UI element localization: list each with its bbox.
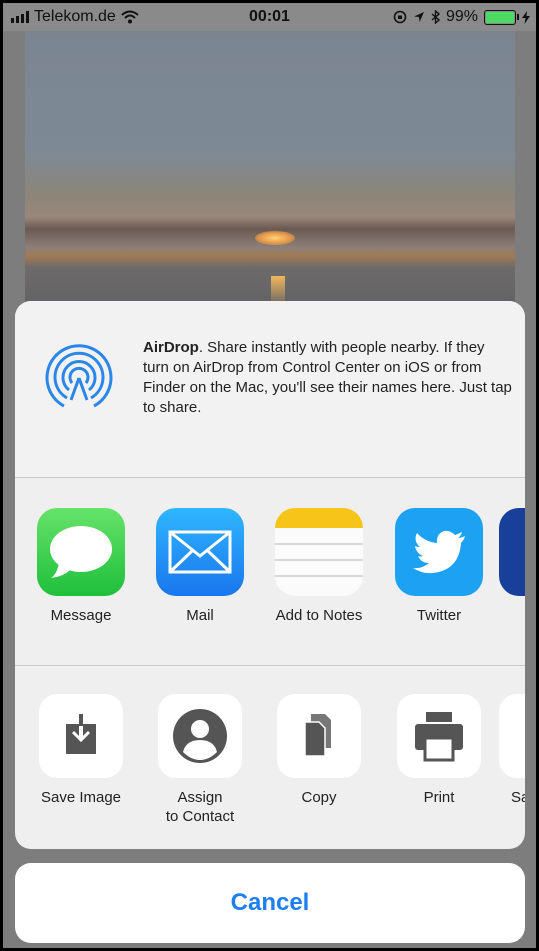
action-save-image[interactable]: Save Image: [21, 694, 141, 807]
action-label: Print: [423, 789, 455, 806]
copy-icon: [277, 694, 361, 778]
print-icon: [397, 694, 481, 778]
sun: [255, 231, 295, 245]
airdrop-section[interactable]: AirDrop. Share instantly with people nea…: [15, 301, 525, 477]
charging-icon: [522, 10, 530, 24]
action-label: Assign to Contact: [165, 789, 235, 825]
battery-icon: [484, 9, 519, 25]
action-label: Copy: [301, 789, 337, 806]
airdrop-icon: [45, 344, 113, 408]
app-add-to-notes[interactable]: Add to Notes: [259, 508, 379, 625]
action-label: Sa: [511, 789, 525, 806]
app-message[interactable]: Message: [21, 508, 141, 625]
sunset-photo: [25, 31, 515, 331]
actions-row: Save Image Assign to Contact Copy Print …: [15, 666, 525, 849]
app-label: Mail: [186, 607, 214, 624]
battery-percent: 99%: [445, 8, 478, 25]
notes-icon: [275, 508, 363, 596]
bluetooth-icon: [431, 10, 440, 24]
cancel-button[interactable]: Cancel: [15, 863, 525, 943]
share-sheet: AirDrop. Share instantly with people nea…: [15, 301, 525, 849]
app-partial[interactable]: [499, 508, 525, 596]
battery-fill: [486, 11, 514, 23]
twitter-icon: [395, 508, 483, 596]
app-twitter[interactable]: Twitter: [379, 508, 499, 625]
airdrop-description: AirDrop. Share instantly with people nea…: [143, 338, 513, 418]
action-print[interactable]: Print: [379, 694, 499, 807]
action-partial[interactable]: Sa: [499, 694, 525, 807]
messages-icon: [37, 508, 125, 596]
save-image-icon: [39, 694, 123, 778]
airdrop-body: . Share instantly with people nearby. If…: [143, 339, 512, 416]
apps-row: Message Mail Add to Notes Twitter: [15, 478, 525, 664]
orientation-lock-icon: [393, 10, 407, 24]
action-assign-to-contact[interactable]: Assign to Contact: [140, 694, 260, 826]
status-bar: Telekom.de 00:01 99%: [3, 3, 536, 31]
action-copy[interactable]: Copy: [259, 694, 379, 807]
app-mail[interactable]: Mail: [140, 508, 260, 625]
action-label: Save Image: [40, 789, 122, 806]
mail-icon: [156, 508, 244, 596]
location-icon: [413, 12, 424, 22]
partial-app-icon: [499, 508, 525, 596]
partial-action-icon: [499, 694, 525, 778]
contact-icon: [158, 694, 242, 778]
app-label: Message: [50, 607, 112, 624]
airdrop-title: AirDrop: [143, 339, 199, 356]
screen: Telekom.de 00:01 99% AirDrop. Share inst…: [3, 3, 536, 948]
app-label: Twitter: [416, 607, 462, 624]
app-label: Add to Notes: [275, 607, 363, 624]
